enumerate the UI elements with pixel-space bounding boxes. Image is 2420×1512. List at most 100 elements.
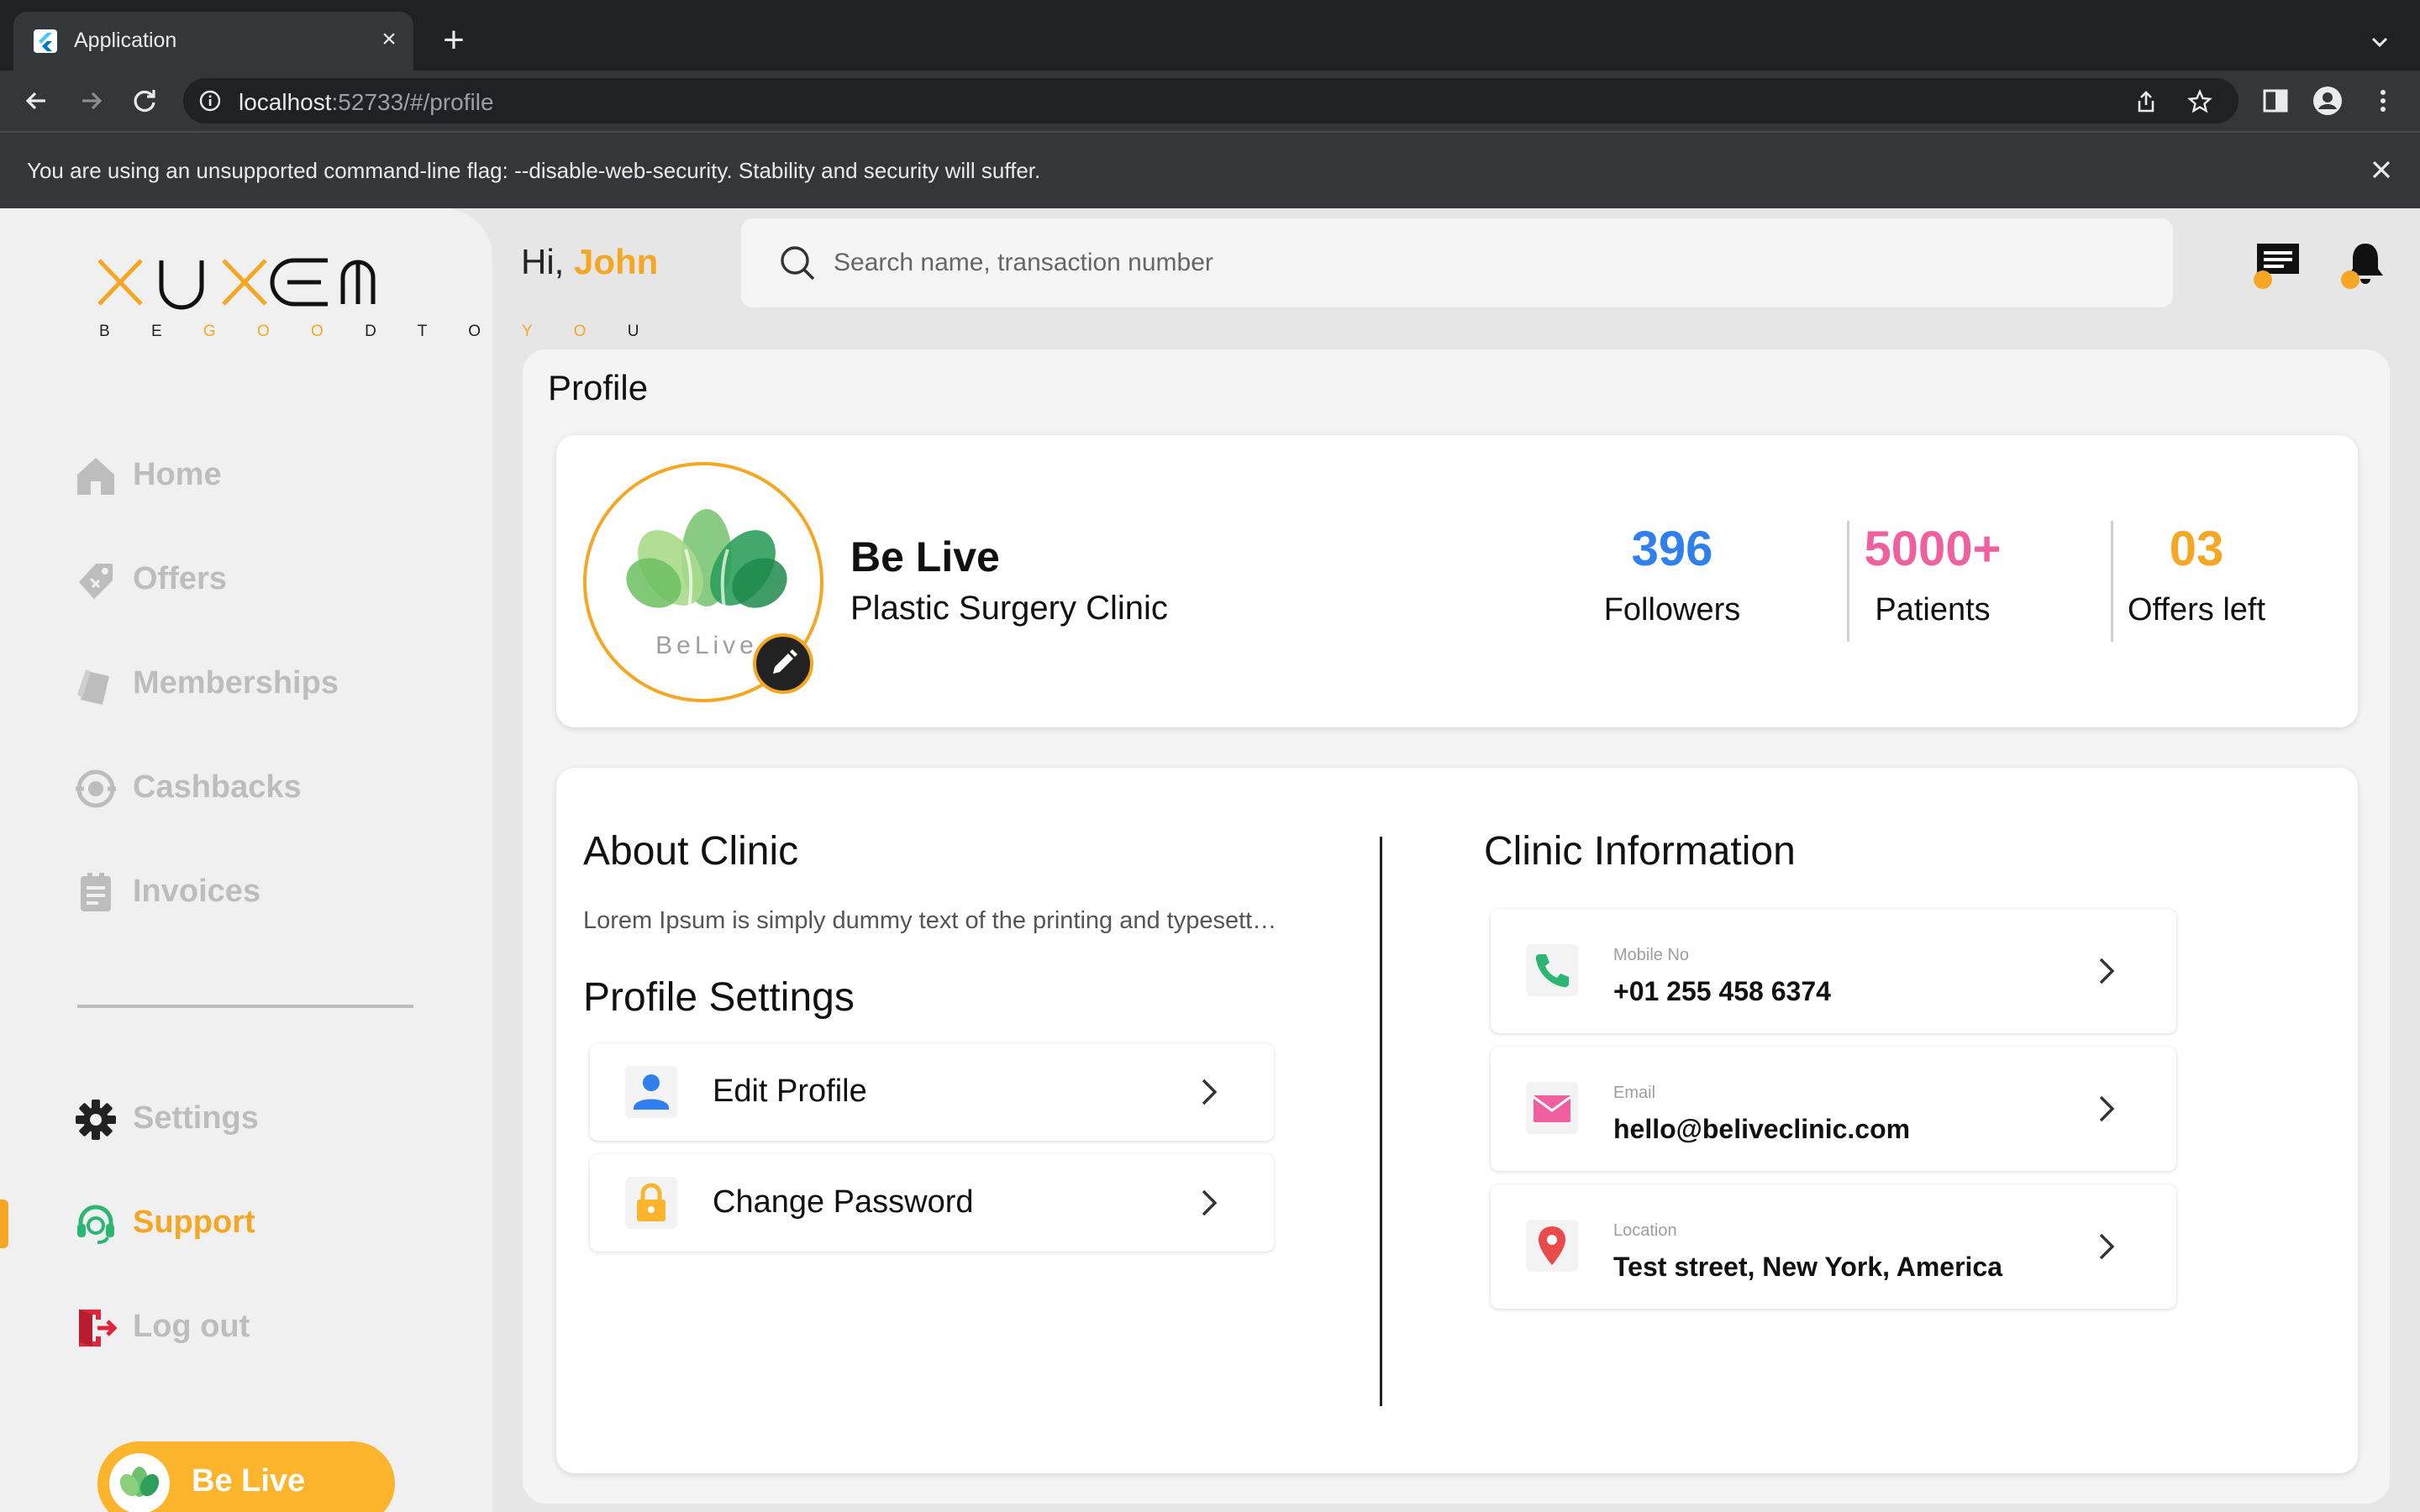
sidebar-item-label: Support — [133, 1205, 255, 1240]
share-icon[interactable] — [2133, 88, 2160, 115]
warning-infobar: You are using an unsupported command-lin… — [0, 131, 2420, 208]
tab-title: Application — [74, 29, 177, 52]
email-label: Email — [1613, 1084, 1656, 1102]
new-tab-icon[interactable]: + — [434, 22, 474, 62]
notifications-badge — [2341, 270, 2360, 289]
icon-box — [1526, 1220, 1578, 1272]
chevron-right-icon — [2099, 1233, 2115, 1260]
email-info-row[interactable]: Email hello@beliveclinic.com — [1491, 1047, 2176, 1171]
browser-tab[interactable]: Application × — [13, 12, 413, 71]
phone-icon — [1535, 954, 1569, 988]
sidebar-item-label: Memberships — [133, 665, 339, 701]
messages-badge — [2254, 270, 2272, 289]
url-text: localhost:52733/#/profile — [239, 89, 494, 115]
main-panel: Profile BeLive Be Live Plastic Surgery C… — [523, 349, 2390, 1504]
location-label: Location — [1613, 1221, 1677, 1240]
sidebar-item-logout[interactable]: Log out — [74, 1295, 444, 1354]
about-text: Lorem Ipsum is simply dummy text of the … — [583, 907, 1281, 934]
icon-box — [625, 1066, 677, 1118]
browser-toolbar: localhost:52733/#/profile — [0, 71, 2420, 131]
stat-followers: 396 Followers — [1546, 521, 1798, 628]
stat-patients: 5000+ Patients — [1807, 521, 2059, 628]
reload-icon[interactable] — [126, 82, 163, 119]
browser-menu-icon[interactable] — [2368, 86, 2398, 116]
chevron-right-icon — [1202, 1189, 1218, 1216]
about-title: About Clinic — [583, 829, 799, 874]
flutter-icon — [34, 29, 57, 53]
mail-icon — [1533, 1095, 1571, 1122]
profile-summary-card: BeLive Be Live Plastic Surgery Clinic 39… — [556, 435, 2358, 727]
sidebar-item-home[interactable]: Home — [74, 444, 444, 502]
page-title: Profile — [548, 368, 649, 407]
address-bar[interactable]: localhost:52733/#/profile — [183, 78, 2238, 123]
tab-search-chevron-icon[interactable] — [2363, 25, 2396, 59]
sidebar-item-label: Cashbacks — [133, 769, 302, 805]
site-info-icon[interactable] — [198, 89, 222, 113]
profile-avatar-icon[interactable] — [2312, 86, 2343, 116]
search-bar[interactable] — [741, 218, 2173, 307]
back-arrow-icon[interactable] — [18, 82, 55, 119]
sidebar-item-label: Offers — [133, 561, 227, 596]
bookmark-star-icon[interactable] — [2186, 88, 2213, 115]
user-name: Be Live — [192, 1463, 306, 1499]
stat-offers-left: 03 Offers left — [2070, 521, 2323, 628]
location-value: Test street, New York, America — [1613, 1252, 2003, 1282]
sidebar-divider — [77, 1005, 413, 1008]
clinic-info-title: Clinic Information — [1484, 829, 1796, 874]
sidebar-item-label: Log out — [133, 1309, 250, 1344]
app-viewport: B E G O O D T O Y O U Home Offers Member… — [0, 208, 2420, 1512]
tag-icon — [79, 564, 113, 599]
sidebar-item-label: Settings — [133, 1100, 259, 1136]
tab-close-icon[interactable]: × — [375, 25, 403, 54]
chevron-right-icon — [2099, 958, 2115, 984]
change-password-button[interactable]: Change Password — [590, 1154, 1274, 1252]
stat-label: Patients — [1875, 592, 1991, 627]
sidebar-item-memberships[interactable]: Memberships — [74, 652, 444, 711]
pencil-icon — [773, 649, 797, 674]
side-panel-icon[interactable] — [2260, 86, 2291, 116]
browser-tabbar: Application × + — [0, 0, 2420, 71]
stat-value: 03 — [2169, 522, 2224, 576]
invoice-icon — [81, 873, 111, 911]
user-account-pill[interactable]: Be Live — [97, 1441, 395, 1512]
edit-profile-button[interactable]: Edit Profile — [590, 1043, 1274, 1141]
chevron-right-icon — [1202, 1079, 1218, 1105]
clinic-type: Plastic Surgery Clinic — [850, 590, 1168, 627]
profile-details-card: About Clinic Lorem Ipsum is simply dummy… — [556, 768, 2358, 1473]
sidebar-item-invoices[interactable]: Invoices — [74, 860, 444, 919]
change-password-label: Change Password — [713, 1184, 974, 1220]
sidebar-item-cashbacks[interactable]: Cashbacks — [74, 756, 444, 815]
lotus-logo-icon — [119, 1467, 160, 1497]
icon-box — [1526, 944, 1578, 996]
card-icon — [77, 669, 109, 705]
sidebar-item-offers[interactable]: Offers — [74, 548, 444, 606]
logo-tagline: B E G O O D T O Y O U — [99, 323, 658, 340]
lock-icon — [637, 1183, 666, 1221]
home-icon — [77, 458, 114, 495]
greeting: Hi, John — [521, 242, 659, 281]
sidebar-item-support[interactable]: Support — [74, 1191, 444, 1250]
infobar-close-icon[interactable] — [2365, 153, 2398, 186]
logout-icon — [79, 1310, 118, 1347]
logo-mark-icon — [97, 258, 376, 310]
stat-label: Followers — [1603, 592, 1741, 627]
mobile-label: Mobile No — [1613, 946, 1690, 964]
clinic-name: Be Live — [850, 533, 1000, 580]
icon-box — [625, 1177, 677, 1229]
location-info-row[interactable]: Location Test street, New York, America — [1491, 1184, 2176, 1309]
infobar-message: You are using an unsupported command-lin… — [27, 158, 1041, 183]
forward-arrow-icon[interactable] — [72, 82, 109, 119]
stat-label: Offers left — [2127, 592, 2266, 627]
sidebar: B E G O O D T O Y O U Home Offers Member… — [0, 208, 639, 1512]
mobile-info-row[interactable]: Mobile No +01 255 458 6374 — [1491, 909, 2176, 1033]
search-icon — [781, 246, 815, 281]
headset-icon — [77, 1205, 114, 1244]
search-input[interactable] — [834, 235, 2144, 291]
xuxem-logo: B E G O O D T O Y O U — [94, 255, 639, 356]
avatar-text: BeLive — [655, 632, 758, 659]
gear-icon — [76, 1100, 116, 1140]
icon-box — [1526, 1082, 1578, 1134]
edit-avatar-button[interactable] — [753, 633, 813, 694]
user-icon — [634, 1074, 669, 1110]
sidebar-item-settings[interactable]: Settings — [74, 1087, 444, 1146]
